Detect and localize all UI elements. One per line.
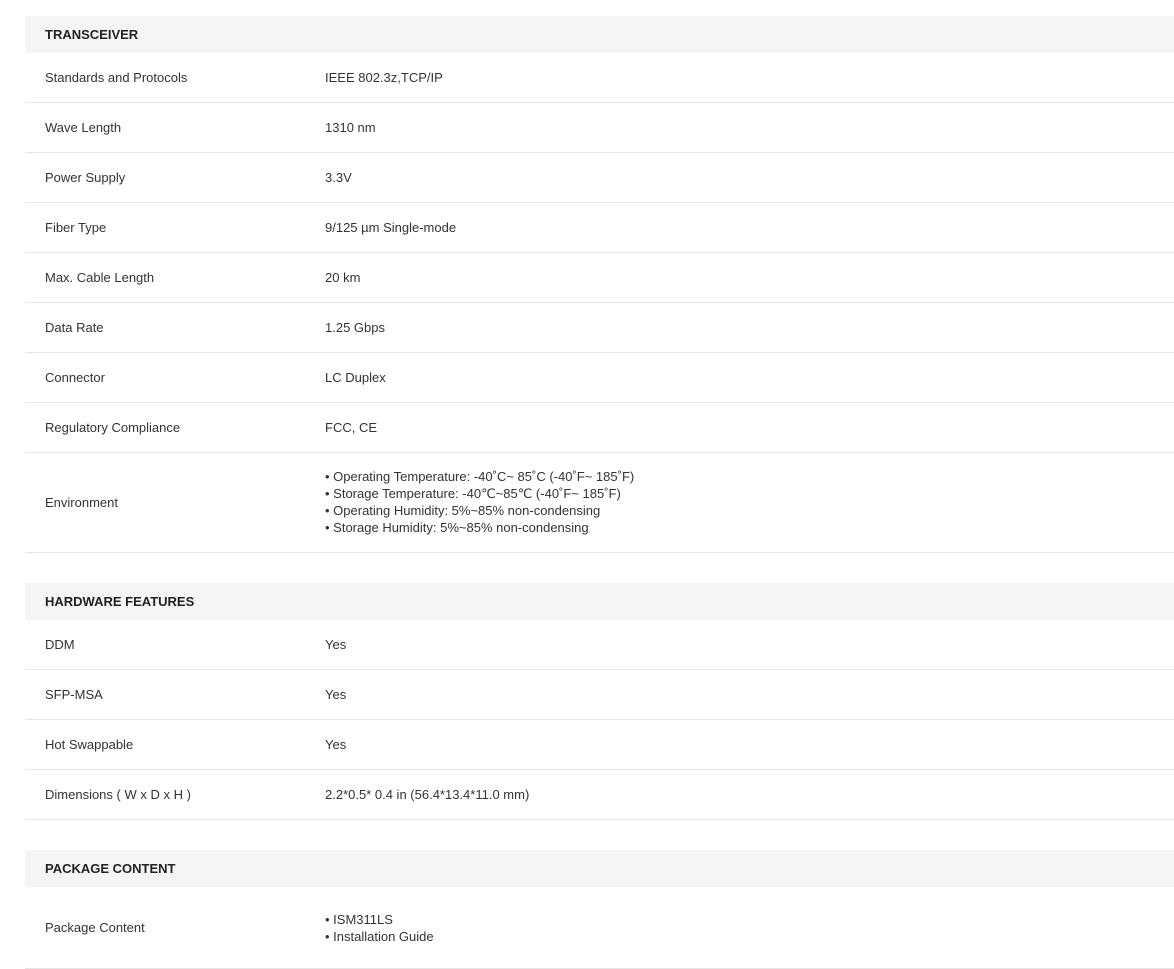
spec-value: 20 km: [325, 270, 361, 285]
spec-row-ddm: DDM Yes: [25, 620, 1174, 670]
section-transceiver: TRANSCEIVER Standards and Protocols IEEE…: [25, 16, 1174, 553]
spec-row-regulatory: Regulatory Compliance FCC, CE: [25, 403, 1174, 453]
spec-value: 1.25 Gbps: [325, 320, 385, 335]
spec-value: Yes: [325, 687, 347, 702]
spec-row-sfp-msa: SFP-MSA Yes: [25, 670, 1174, 720]
spec-label: Regulatory Compliance: [45, 420, 181, 435]
spec-label: Standards and Protocols: [45, 70, 188, 85]
section-title: TRANSCEIVER: [25, 16, 1174, 53]
spec-row-power-supply: Power Supply 3.3V: [25, 153, 1174, 203]
spec-row-cable-length: Max. Cable Length 20 km: [25, 253, 1174, 303]
spec-row-wave-length: Wave Length 1310 nm: [25, 103, 1174, 153]
spec-value: FCC, CE: [325, 420, 377, 435]
spec-row-hot-swappable: Hot Swappable Yes: [25, 720, 1174, 770]
list-item: ISM311LS: [325, 911, 1174, 928]
spec-row-fiber-type: Fiber Type 9/125 µm Single-mode: [25, 203, 1174, 253]
spec-row-data-rate: Data Rate 1.25 Gbps: [25, 303, 1174, 353]
spec-value: 3.3V: [325, 170, 352, 185]
spec-label: Wave Length: [45, 120, 122, 135]
spec-label: Hot Swappable: [45, 737, 134, 752]
list-item: Installation Guide: [325, 928, 1174, 945]
spec-row-dimensions: Dimensions ( W x D x H ) 2.2*0.5* 0.4 in…: [25, 770, 1174, 820]
spec-value: Yes: [325, 637, 347, 652]
spec-label: Connector: [45, 370, 105, 385]
spec-value-list: ISM311LS Installation Guide: [325, 911, 1174, 945]
list-item: Storage Humidity: 5%~85% non-condensing: [325, 519, 1174, 536]
spec-value: 1310 nm: [325, 120, 376, 135]
spec-label: Power Supply: [45, 170, 126, 185]
spec-label: Dimensions ( W x D x H ): [45, 787, 191, 802]
spec-label: Max. Cable Length: [45, 270, 155, 285]
spec-value-list: Operating Temperature: -40˚C~ 85˚C (-40˚…: [325, 468, 1174, 536]
spec-row-standards: Standards and Protocols IEEE 802.3z,TCP/…: [25, 53, 1174, 103]
spec-value: LC Duplex: [325, 370, 386, 385]
section-hardware-features: HARDWARE FEATURES DDM Yes SFP-MSA Yes Ho…: [25, 583, 1174, 820]
list-item: Storage Temperature: -40℃~85℃ (-40˚F~ 18…: [325, 485, 1174, 502]
spec-value: 2.2*0.5* 0.4 in (56.4*13.4*11.0 mm): [325, 787, 530, 802]
spec-value: 9/125 µm Single-mode: [325, 220, 457, 235]
section-package-content: PACKAGE CONTENT Package Content ISM311LS…: [25, 850, 1174, 969]
spec-sections: TRANSCEIVER Standards and Protocols IEEE…: [25, 16, 1174, 969]
list-item: Operating Humidity: 5%~85% non-condensin…: [325, 502, 1174, 519]
spec-value: Yes: [325, 737, 347, 752]
section-title: PACKAGE CONTENT: [25, 850, 1174, 887]
spec-row-environment: Environment Operating Temperature: -40˚C…: [25, 453, 1174, 553]
spec-label: DDM: [45, 637, 75, 652]
spec-label: Environment: [45, 494, 118, 510]
section-title: HARDWARE FEATURES: [25, 583, 1174, 620]
list-item: Operating Temperature: -40˚C~ 85˚C (-40˚…: [325, 468, 1174, 485]
spec-label: Package Content: [45, 920, 145, 935]
spec-label: Data Rate: [45, 320, 104, 335]
spec-row-package-content: Package Content ISM311LS Installation Gu…: [25, 887, 1174, 969]
spec-label: SFP-MSA: [45, 687, 103, 702]
spec-value: IEEE 802.3z,TCP/IP: [325, 70, 443, 85]
spec-row-connector: Connector LC Duplex: [25, 353, 1174, 403]
spec-label: Fiber Type: [45, 220, 107, 235]
